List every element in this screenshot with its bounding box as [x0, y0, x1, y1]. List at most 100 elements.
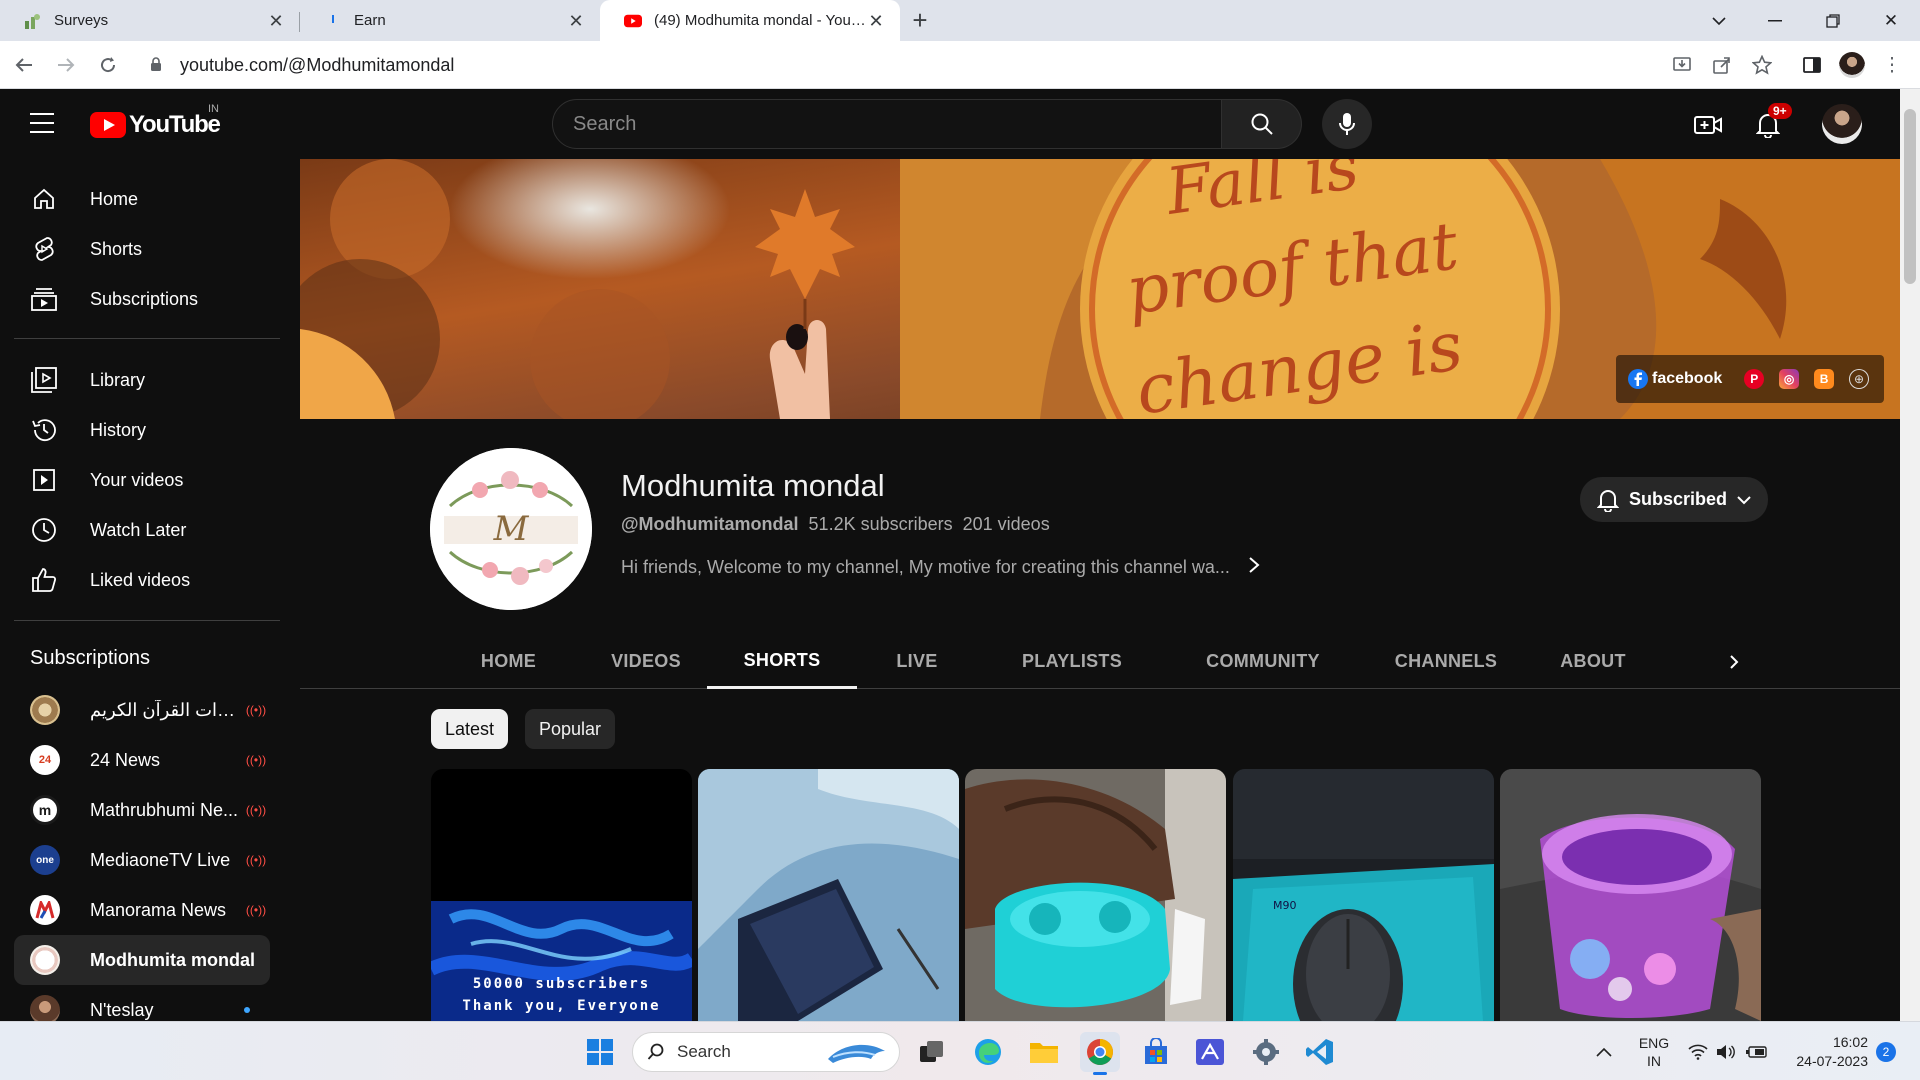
browser-menu-icon[interactable]: ⋮	[1874, 47, 1910, 83]
share-icon[interactable]	[1704, 47, 1740, 83]
chip-popular[interactable]: Popular	[525, 709, 616, 749]
tab-community[interactable]: COMMUNITY	[1168, 634, 1358, 689]
sidebar-item-label: Watch Later	[90, 519, 187, 540]
settings-gear-icon[interactable]	[1246, 1032, 1286, 1072]
short-thumbnail[interactable]	[965, 769, 1226, 1021]
volume-icon[interactable]	[1716, 1022, 1736, 1080]
home-icon	[30, 185, 58, 213]
website-globe-icon[interactable]: ⊕	[1849, 369, 1869, 389]
subscription-item-active[interactable]: Modhumita mondal	[14, 935, 270, 985]
sidebar-item-home[interactable]: Home	[14, 174, 270, 224]
clock[interactable]: 16:02 24-07-2023	[1780, 1022, 1868, 1080]
bell-icon	[1596, 489, 1619, 512]
file-explorer-icon[interactable]	[1024, 1032, 1064, 1072]
powerautomate-icon[interactable]	[1190, 1032, 1230, 1072]
show-hidden-icons-chevron[interactable]	[1596, 1022, 1612, 1080]
sidebar-item-your-videos[interactable]: Your videos	[14, 455, 270, 505]
subscription-item[interactable]: one MediaoneTV Live ((•))	[14, 835, 270, 885]
edge-browser-icon[interactable]	[968, 1032, 1008, 1072]
windows-start-icon[interactable]	[580, 1032, 620, 1072]
short-caption: 50000 subscribers Thank you, Everyone	[431, 973, 692, 1017]
channel-avatar-large: M	[430, 448, 592, 610]
svg-text:M90: M90	[1273, 899, 1297, 912]
forward-button[interactable]	[48, 47, 84, 83]
notification-center[interactable]: 2	[1876, 1022, 1896, 1080]
battery-icon[interactable]	[1746, 1022, 1768, 1080]
side-panel-icon[interactable]	[1794, 47, 1830, 83]
short-thumbnail[interactable]: 50000 subscribers Thank you, Everyone	[431, 769, 692, 1021]
tab-channels[interactable]: CHANNELS	[1366, 634, 1526, 689]
sidebar-item-shorts[interactable]: Shorts	[14, 224, 270, 274]
sidebar-item-watch-later[interactable]: Watch Later	[14, 505, 270, 555]
taskbar-search[interactable]: Search	[632, 1032, 900, 1072]
tab-home[interactable]: HOME	[446, 634, 571, 689]
earn-favicon-icon	[324, 12, 342, 30]
subscribed-button[interactable]: Subscribed	[1580, 477, 1768, 522]
vscode-icon[interactable]	[1300, 1032, 1340, 1072]
subscription-item[interactable]: Manorama News ((•))	[14, 885, 270, 935]
channel-description[interactable]: Hi friends, Welcome to my channel, My mo…	[621, 554, 1260, 580]
scrollbar-thumb[interactable]	[1904, 109, 1916, 284]
microphone-icon	[1339, 113, 1355, 135]
tab-shorts[interactable]: SHORTS	[707, 634, 857, 689]
tabs-next-chevron-icon[interactable]	[1720, 648, 1748, 676]
tab-playlists[interactable]: PLAYLISTS	[992, 634, 1152, 689]
sidebar-item-library[interactable]: Library	[14, 355, 270, 405]
subscription-item[interactable]: m Mathrubhumi Ne... ((•))	[14, 785, 270, 835]
blogger-icon[interactable]: B	[1814, 369, 1835, 389]
notifications-bell-icon[interactable]: 9+	[1750, 103, 1792, 143]
voice-search-button[interactable]	[1322, 99, 1372, 149]
browser-tab-youtube[interactable]: (49) Modhumita mondal - YouTube ✕	[600, 0, 900, 41]
install-app-icon[interactable]	[1664, 47, 1700, 83]
create-video-icon[interactable]	[1690, 107, 1726, 143]
search-input[interactable]: Search	[552, 99, 1222, 149]
page-scrollbar[interactable]	[1900, 89, 1920, 1021]
sidebar-item-subscriptions[interactable]: Subscriptions	[14, 274, 270, 324]
search-button[interactable]	[1222, 99, 1302, 149]
subscription-item[interactable]: N'teslay	[14, 985, 270, 1021]
bookmark-star-icon[interactable]	[1744, 47, 1780, 83]
pinterest-icon[interactable]: P	[1744, 369, 1765, 389]
facebook-link[interactable]: facebook	[1628, 369, 1722, 389]
address-bar[interactable]: youtube.com/@Modhumitamondal	[140, 47, 1620, 83]
wifi-icon[interactable]	[1688, 1022, 1708, 1080]
tab-videos[interactable]: VIDEOS	[571, 634, 721, 689]
tab-live[interactable]: LIVE	[857, 634, 977, 689]
short-thumbnail[interactable]	[1500, 769, 1761, 1021]
facebook-icon	[1628, 369, 1648, 389]
task-view-icon[interactable]	[912, 1032, 952, 1072]
menu-icon[interactable]	[30, 113, 54, 133]
chrome-browser-icon[interactable]	[1080, 1032, 1120, 1075]
account-avatar[interactable]	[1822, 104, 1862, 144]
back-button[interactable]	[6, 47, 42, 83]
language-indicator[interactable]: ENG IN	[1636, 1022, 1672, 1080]
close-tab-icon[interactable]: ✕	[866, 11, 886, 31]
thumbs-up-icon	[30, 566, 58, 594]
microsoft-store-icon[interactable]	[1136, 1032, 1176, 1072]
short-thumbnail[interactable]: M90	[1233, 769, 1494, 1021]
close-tab-icon[interactable]: ✕	[266, 11, 286, 31]
minimize-window-button[interactable]	[1746, 0, 1804, 41]
restore-window-button[interactable]	[1804, 0, 1862, 41]
new-content-dot-icon	[244, 1007, 250, 1013]
browser-tab-surveys[interactable]: Surveys ✕	[0, 0, 300, 41]
youtube-logo[interactable]: YouTube IN	[90, 103, 221, 139]
tab-search-chevron-icon[interactable]	[1690, 0, 1748, 41]
live-indicator-icon: ((•))	[245, 803, 267, 817]
instagram-icon[interactable]: ◎	[1779, 369, 1800, 389]
subscription-name: N'teslay	[90, 999, 154, 1020]
sidebar-item-history[interactable]: History	[14, 405, 270, 455]
subscription-item[interactable]: ل تلاوات القرآن الكريم... ((•))	[14, 685, 270, 735]
browser-tab-earn[interactable]: Earn ✕	[300, 0, 600, 41]
chevron-right-icon[interactable]	[1248, 554, 1260, 580]
short-thumbnail[interactable]	[698, 769, 959, 1021]
close-window-button[interactable]: ✕	[1862, 0, 1920, 41]
sidebar-item-liked-videos[interactable]: Liked videos	[14, 555, 270, 605]
close-tab-icon[interactable]: ✕	[566, 11, 586, 31]
chip-latest[interactable]: Latest	[431, 709, 509, 749]
new-tab-button[interactable]: +	[900, 0, 940, 41]
profile-avatar[interactable]	[1834, 47, 1870, 83]
tab-about[interactable]: ABOUT	[1533, 634, 1653, 689]
subscription-item[interactable]: 24 24 News ((•))	[14, 735, 270, 785]
reload-button[interactable]	[90, 47, 126, 83]
